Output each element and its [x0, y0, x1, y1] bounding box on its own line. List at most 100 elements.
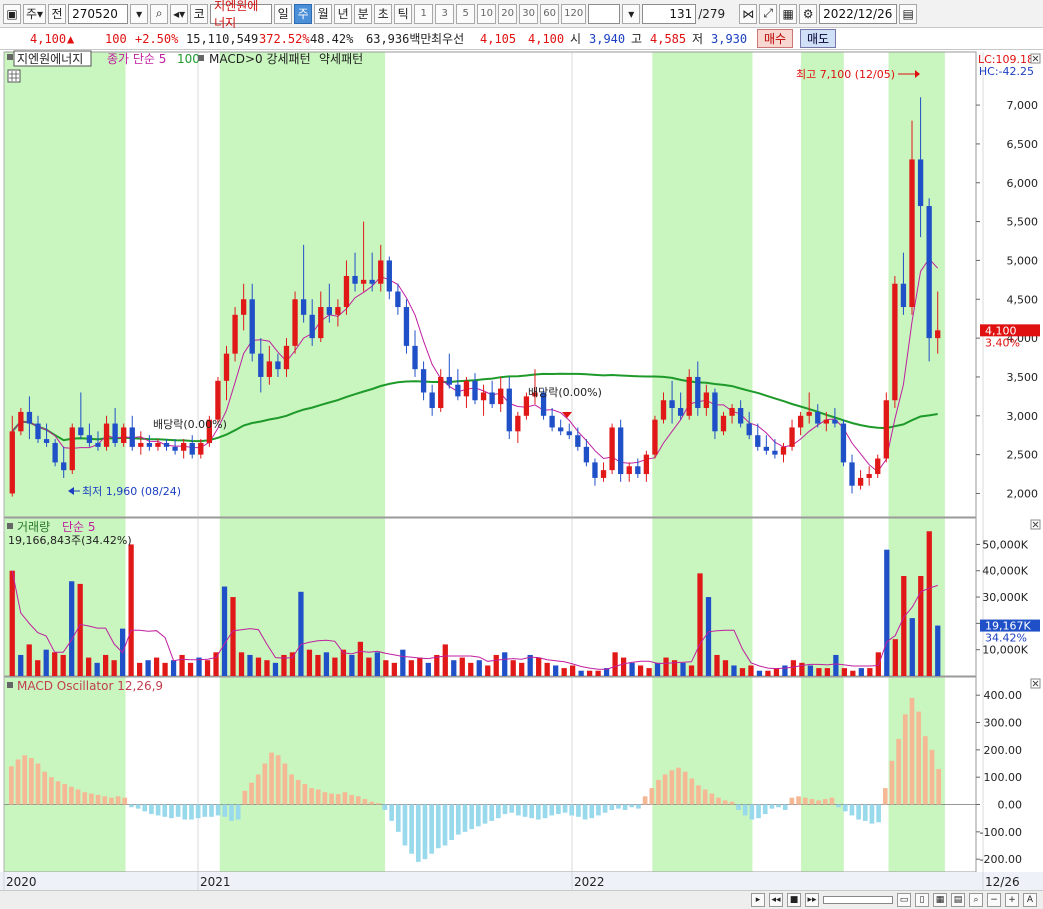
best-ask: 4,105 [480, 31, 517, 46]
layout-table-icon[interactable]: ▤ [951, 893, 965, 907]
calendar-icon[interactable]: ▤ [899, 3, 918, 24]
code-input[interactable]: 270520 [68, 3, 129, 24]
interval-10[interactable]: 10 [477, 3, 497, 24]
candle-body [755, 435, 761, 447]
stop-icon[interactable]: ■ [787, 893, 801, 907]
candle-body [489, 392, 495, 405]
chart-area[interactable]: 7,000 6,500 6,000 5,500 5,000 4,500 4,000 3,500… [0, 50, 1043, 890]
code-dropdown-icon[interactable]: ▾ [130, 3, 149, 24]
volume-bar [612, 652, 618, 676]
volume-bar [35, 660, 41, 676]
candle-body [549, 415, 555, 428]
layout-split-icon[interactable]: ▯ [915, 893, 929, 907]
market-select[interactable]: 주 ▾ [23, 3, 47, 24]
interval-3[interactable]: 3 [435, 3, 455, 24]
interval-5[interactable]: 5 [456, 3, 476, 24]
period-week[interactable]: 주 [294, 3, 313, 24]
macd-bar [542, 804, 548, 819]
candle-body [643, 454, 650, 475]
volume-bar [179, 654, 185, 676]
macd-bar [415, 804, 421, 862]
macd-bar [175, 804, 181, 817]
macd-bar [69, 786, 74, 805]
macd-bar [849, 804, 855, 816]
macd-bar [35, 763, 41, 805]
change: 100 [105, 31, 127, 46]
zoom-slider[interactable] [823, 896, 893, 904]
volume-bar [807, 665, 814, 676]
volume-bar [646, 668, 652, 676]
price-tick-label: 7,000 [1007, 99, 1039, 112]
volume-bar [935, 625, 941, 676]
zoom-icon[interactable]: ⌕ [969, 893, 983, 907]
scroll-right-icon[interactable]: ▸ [751, 893, 765, 907]
interval-120[interactable]: 120 [561, 3, 587, 24]
period-month[interactable]: 월 [314, 3, 333, 24]
stock-chart[interactable]: 7,0006,5006,0005,5005,0004,5004,0003,500… [0, 50, 1043, 890]
candle-body [849, 462, 855, 486]
macd-bar [629, 804, 635, 808]
candle-body [746, 423, 752, 436]
period-minute[interactable]: 분 [354, 3, 373, 24]
sell-button[interactable]: 매도 [800, 29, 836, 48]
macd-bar [42, 771, 48, 805]
date-input[interactable]: 2022/12/26 [819, 3, 898, 24]
macd-bar [235, 804, 241, 820]
interval-20[interactable]: 20 [498, 3, 518, 24]
interval-1[interactable]: 1 [414, 3, 434, 24]
minus-icon[interactable]: − [987, 893, 1001, 907]
interval-30[interactable]: 30 [519, 3, 539, 24]
gear-icon[interactable]: ⚙ [799, 3, 818, 24]
volume-bar [77, 583, 83, 676]
type-button[interactable]: 코 [190, 3, 209, 24]
period-day[interactable]: 일 [274, 3, 293, 24]
interval-dropdown-icon[interactable]: ▾ [622, 3, 641, 24]
macd-bar [882, 788, 888, 805]
candle-body [61, 462, 67, 471]
search-icon[interactable]: ⌕ [150, 3, 169, 24]
draw-icon[interactable]: ⤢ [759, 3, 778, 24]
macd-bar [255, 774, 261, 805]
interval-custom-input[interactable] [588, 3, 621, 24]
fast-forward-icon[interactable]: ▸▸ [805, 893, 819, 907]
volume-tick-label: 40,000K [982, 565, 1028, 578]
period-year[interactable]: 년 [334, 3, 353, 24]
count-input[interactable]: 131 [642, 3, 697, 24]
macd-bar [622, 804, 628, 810]
macd-bar [476, 804, 481, 827]
volume-bar [850, 670, 856, 676]
volume-bar [510, 660, 516, 676]
candle-body [258, 353, 264, 377]
font-icon[interactable]: A [1023, 893, 1037, 907]
prev-button[interactable]: 전 [48, 3, 67, 24]
volume-bar [697, 573, 703, 676]
macd-bar [195, 804, 201, 819]
candle-body [472, 380, 478, 401]
legend-marker-icon [7, 523, 13, 529]
macd-bar [842, 804, 848, 812]
sound-icon[interactable]: ◂▾ [170, 3, 189, 24]
candle-body [789, 427, 795, 447]
macd-bar [15, 759, 21, 805]
scissors-icon[interactable]: ⋈ [739, 3, 758, 24]
volume-tick-label: 30,000K [982, 591, 1028, 604]
period-tick[interactable]: 틱 [394, 3, 413, 24]
stock-name-field[interactable]: 지엔원에너지 [210, 0, 273, 30]
candle-body [660, 400, 667, 420]
macd-bar [702, 789, 708, 805]
interval-60[interactable]: 60 [540, 3, 560, 24]
buy-button[interactable]: 매수 [757, 29, 793, 48]
plus-icon[interactable]: + [1005, 893, 1019, 907]
macd-bar [736, 804, 741, 810]
layout-single-icon[interactable]: ▭ [897, 893, 911, 907]
candle-body [635, 466, 641, 475]
save-icon[interactable]: ▦ [779, 3, 798, 24]
layout-icon[interactable]: ▣ [3, 3, 21, 24]
period-second[interactable]: 초 [374, 3, 393, 24]
macd-bar [209, 804, 214, 817]
rewind-icon[interactable]: ◂◂ [769, 893, 783, 907]
candle-body [35, 423, 41, 440]
layout-grid-icon[interactable]: ▦ [933, 893, 947, 907]
volume-bar [892, 639, 898, 676]
up-arrow-icon: ▲ [67, 31, 75, 46]
